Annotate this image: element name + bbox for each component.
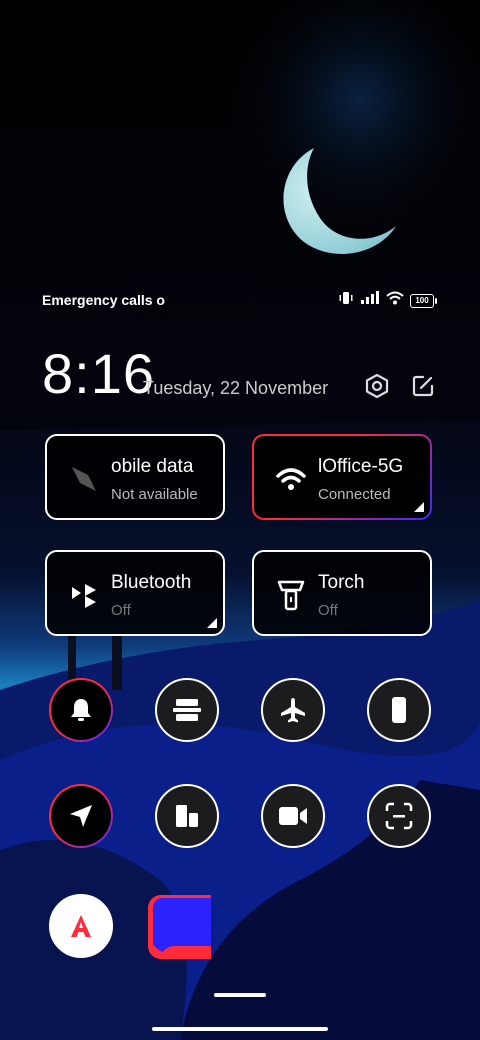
tile-label: Torch [318, 572, 365, 593]
wifi-icon [386, 291, 404, 310]
bell-icon [71, 699, 91, 721]
toggle-auto-brightness[interactable] [49, 894, 113, 958]
tile-label: lOffice-5G [318, 456, 404, 477]
tile-label: obile data [111, 456, 194, 477]
expand-corner-icon[interactable] [414, 502, 424, 512]
tile-status: Off [318, 602, 338, 619]
moon-illustration [283, 148, 396, 254]
wallpaper-art [0, 0, 480, 1040]
settings-button[interactable] [363, 372, 391, 400]
toggle-auto-rotate[interactable] [367, 678, 431, 742]
scan-icon [385, 802, 413, 830]
status-icons: 100 [338, 291, 437, 310]
tile-status: Not available [111, 486, 198, 503]
battery-icon: 100 [410, 293, 437, 308]
date[interactable]: Tuesday, 22 November [143, 378, 328, 399]
auto-brightness-icon [71, 915, 91, 937]
phone-rotate-icon [392, 697, 406, 723]
tile-bluetooth[interactable]: Bluetooth Off [45, 550, 225, 636]
wifi-icon [274, 462, 308, 496]
tile-label: Bluetooth [111, 572, 192, 593]
video-camera-icon [279, 807, 307, 825]
signal-icon [360, 291, 380, 310]
status-bar: Emergency calls o 100 [0, 288, 480, 312]
settings-hexagon-icon [365, 373, 389, 399]
toggle-ringer[interactable] [49, 678, 113, 742]
edit-button[interactable] [409, 372, 437, 400]
expand-corner-icon[interactable] [207, 618, 217, 628]
tile-wifi[interactable]: lOffice-5G Connected [252, 434, 432, 520]
home-indicator[interactable] [152, 1027, 328, 1031]
toggle-scanner[interactable] [367, 784, 431, 848]
screencast-icon [173, 699, 201, 721]
wallpaper [0, 0, 480, 1040]
toggle-screen-recorder[interactable] [261, 784, 325, 848]
toggle-airplane[interactable] [261, 678, 325, 742]
edit-icon [412, 375, 434, 397]
carrier-text: Emergency calls o [42, 292, 165, 308]
bluetooth-icon [67, 578, 101, 612]
location-arrow-icon [70, 805, 92, 827]
tile-torch[interactable]: Torch Off [252, 550, 432, 636]
toggle-location[interactable] [49, 784, 113, 848]
clock[interactable]: 8:16 [42, 342, 155, 406]
lock-screen-icon [176, 805, 198, 827]
airplane-icon [281, 698, 305, 723]
toggle-lock-screen[interactable] [155, 784, 219, 848]
qs-header: 8:16 Tuesday, 22 November [42, 342, 438, 406]
vibrate-icon [338, 291, 354, 310]
tile-status: Off [111, 602, 131, 619]
tile-mobile-data[interactable]: obile data Not available [45, 434, 225, 520]
toggle-screen-mirror[interactable] [155, 678, 219, 742]
panel-handle[interactable] [214, 993, 266, 997]
torch-icon [274, 578, 308, 612]
brightness-slider-widget[interactable] [147, 894, 211, 960]
mobile-data-icon [67, 462, 101, 496]
tile-status: Connected [318, 486, 391, 503]
